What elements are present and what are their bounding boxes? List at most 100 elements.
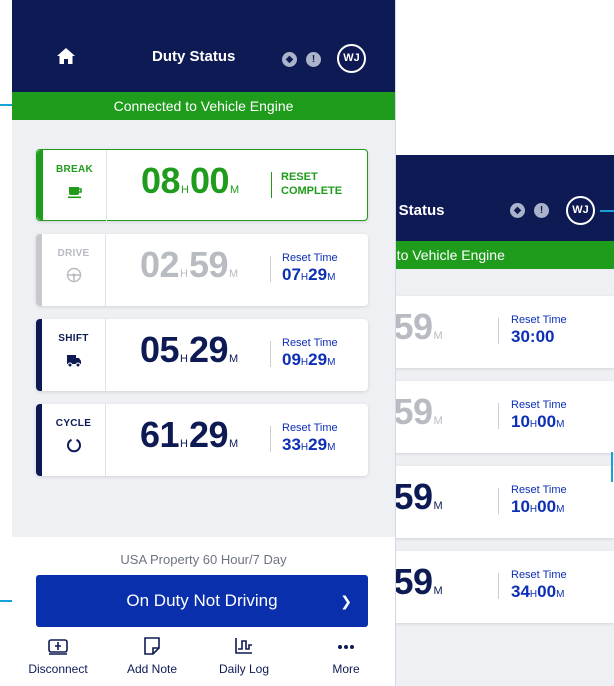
shift-card[interactable]: SHIFT 05H29M Reset Time 09H29M — [36, 319, 368, 391]
nav-add-note[interactable]: Add Note — [110, 635, 194, 676]
unit-m: M — [229, 438, 239, 450]
break-card[interactable]: BREAK 08H00M RESET COMPLETE — [36, 149, 368, 222]
header: Duty Status ◆ ! WJ — [12, 0, 395, 92]
front-screen: Duty Status ◆ ! WJ Connected to Vehicle … — [12, 0, 396, 686]
annotation-line-reset — [611, 452, 613, 482]
bottom-nav: Disconnect Add Note Daily Log More — [12, 635, 395, 686]
hours: 05 — [140, 329, 180, 370]
reset-minutes: 00 — [537, 497, 557, 516]
alert-icon[interactable]: ! — [306, 52, 321, 67]
reset-time: Reset Time 10H00M — [511, 484, 567, 517]
disconnect-icon — [48, 639, 68, 655]
hours: 08 — [141, 160, 181, 201]
nav-label: Add Note — [126, 662, 178, 676]
reset-hours: 07 — [282, 265, 301, 284]
reset-time: Reset Time 33H29M — [282, 422, 338, 455]
cycle-card[interactable]: CYCLE 61H29M Reset Time 33H29M — [36, 404, 368, 476]
unit-m: M — [327, 272, 336, 283]
reset-label: Reset Time — [282, 422, 338, 434]
card-label-box: CYCLE — [42, 404, 106, 476]
reset-minutes: 29 — [308, 435, 328, 454]
reset-hours: 10 — [511, 412, 530, 431]
card-label: BREAK — [55, 164, 94, 175]
duty-status-label: On Duty Not Driving — [126, 591, 278, 610]
back-card-cycle[interactable]: 5H59M Reset Time10H00M — [370, 466, 614, 538]
unit-m: M — [433, 415, 443, 427]
truck-icon — [66, 355, 81, 368]
separator — [270, 426, 271, 452]
minutes: 29 — [189, 414, 229, 455]
reset-minutes: 29 — [308, 350, 328, 369]
back-card-shift[interactable]: 2H59M Reset Time10H00M — [370, 381, 614, 453]
home-icon[interactable] — [56, 47, 76, 65]
nav-daily-log[interactable]: Daily Log — [202, 635, 286, 676]
unit-m: M — [556, 589, 565, 600]
alert-icon[interactable]: ! — [534, 203, 549, 218]
reset-hours: 33 — [282, 435, 301, 454]
reset-label: Reset Time — [282, 337, 338, 349]
unit-m: M — [229, 268, 239, 280]
avatar[interactable]: WJ — [566, 196, 595, 225]
separator — [498, 318, 499, 344]
unit-m: M — [433, 500, 443, 512]
card-label-box: BREAK — [43, 150, 107, 222]
reset-value: 30:00 — [511, 327, 555, 346]
chevron-down-icon: ❯ — [340, 593, 352, 609]
nav-more[interactable]: More — [304, 635, 388, 676]
back-screen: uty Status ◆ ! WJ d to Vehicle Engine 5H… — [370, 155, 614, 686]
minutes: 29 — [189, 329, 229, 370]
nav-label: Daily Log — [218, 662, 270, 676]
separator — [271, 172, 272, 198]
reset-minutes: 00 — [537, 582, 557, 601]
back-header: uty Status ◆ ! WJ — [370, 155, 614, 241]
unit-m: M — [327, 442, 336, 453]
more-icon — [338, 645, 354, 649]
unit-h: H — [180, 438, 188, 450]
unit-h: H — [180, 268, 188, 280]
hours: 02 — [140, 244, 180, 285]
nav-disconnect[interactable]: Disconnect — [16, 635, 100, 676]
card-label: DRIVE — [57, 248, 90, 259]
unit-m: M — [327, 357, 336, 368]
back-card-extra[interactable]: 1H59M Reset Time34H00M — [370, 551, 614, 623]
reset-time: Reset Time 30:00 — [511, 314, 567, 347]
reset-label: Reset Time — [511, 314, 567, 326]
annotation-line-avatar — [600, 210, 614, 212]
ruleset-label: USA Property 60 Hour/7 Day — [120, 552, 287, 567]
page-title: Duty Status — [152, 48, 236, 65]
reset-hours: 09 — [282, 350, 301, 369]
reset-label: Reset Time — [511, 399, 567, 411]
avatar[interactable]: WJ — [337, 44, 366, 73]
reset-label: Reset Time — [282, 252, 338, 264]
connection-banner: d to Vehicle Engine — [370, 241, 614, 269]
unit-m: M — [556, 504, 565, 515]
daily-log-icon — [235, 638, 252, 654]
back-card-drive[interactable]: 5H59M Reset Time30:00 — [370, 296, 614, 368]
separator — [270, 256, 271, 282]
bottom-panel: USA Property 60 Hour/7 Day On Duty Not D… — [12, 537, 395, 686]
separator — [498, 573, 499, 599]
reset-time: Reset Time 07H29M — [282, 252, 338, 285]
drive-card[interactable]: DRIVE 02H59M Reset Time 07H29M — [36, 234, 368, 306]
minutes: 59 — [393, 476, 433, 517]
unit-m: M — [556, 419, 565, 430]
hours: 61 — [140, 414, 180, 455]
separator — [498, 403, 499, 429]
duty-status-dropdown[interactable]: On Duty Not Driving ❯ — [36, 575, 368, 627]
reset-minutes: 29 — [308, 265, 328, 284]
reset-time: Reset Time 34H00M — [511, 569, 567, 602]
nav-label: More — [332, 662, 360, 676]
separator — [498, 488, 499, 514]
reset-label: Reset Time — [511, 569, 567, 581]
reset-label: Reset Time — [511, 484, 567, 496]
card-label: SHIFT — [58, 333, 89, 344]
steering-wheel-icon — [66, 267, 81, 283]
engine-status-icon[interactable]: ◆ — [282, 52, 297, 67]
minutes: 59 — [393, 561, 433, 602]
separator — [270, 341, 271, 367]
unit-h: H — [180, 353, 188, 365]
engine-status-icon[interactable]: ◆ — [510, 203, 525, 218]
reset-hours: 34 — [511, 582, 530, 601]
card-label: CYCLE — [55, 418, 92, 429]
coffee-cup-icon — [67, 187, 82, 199]
